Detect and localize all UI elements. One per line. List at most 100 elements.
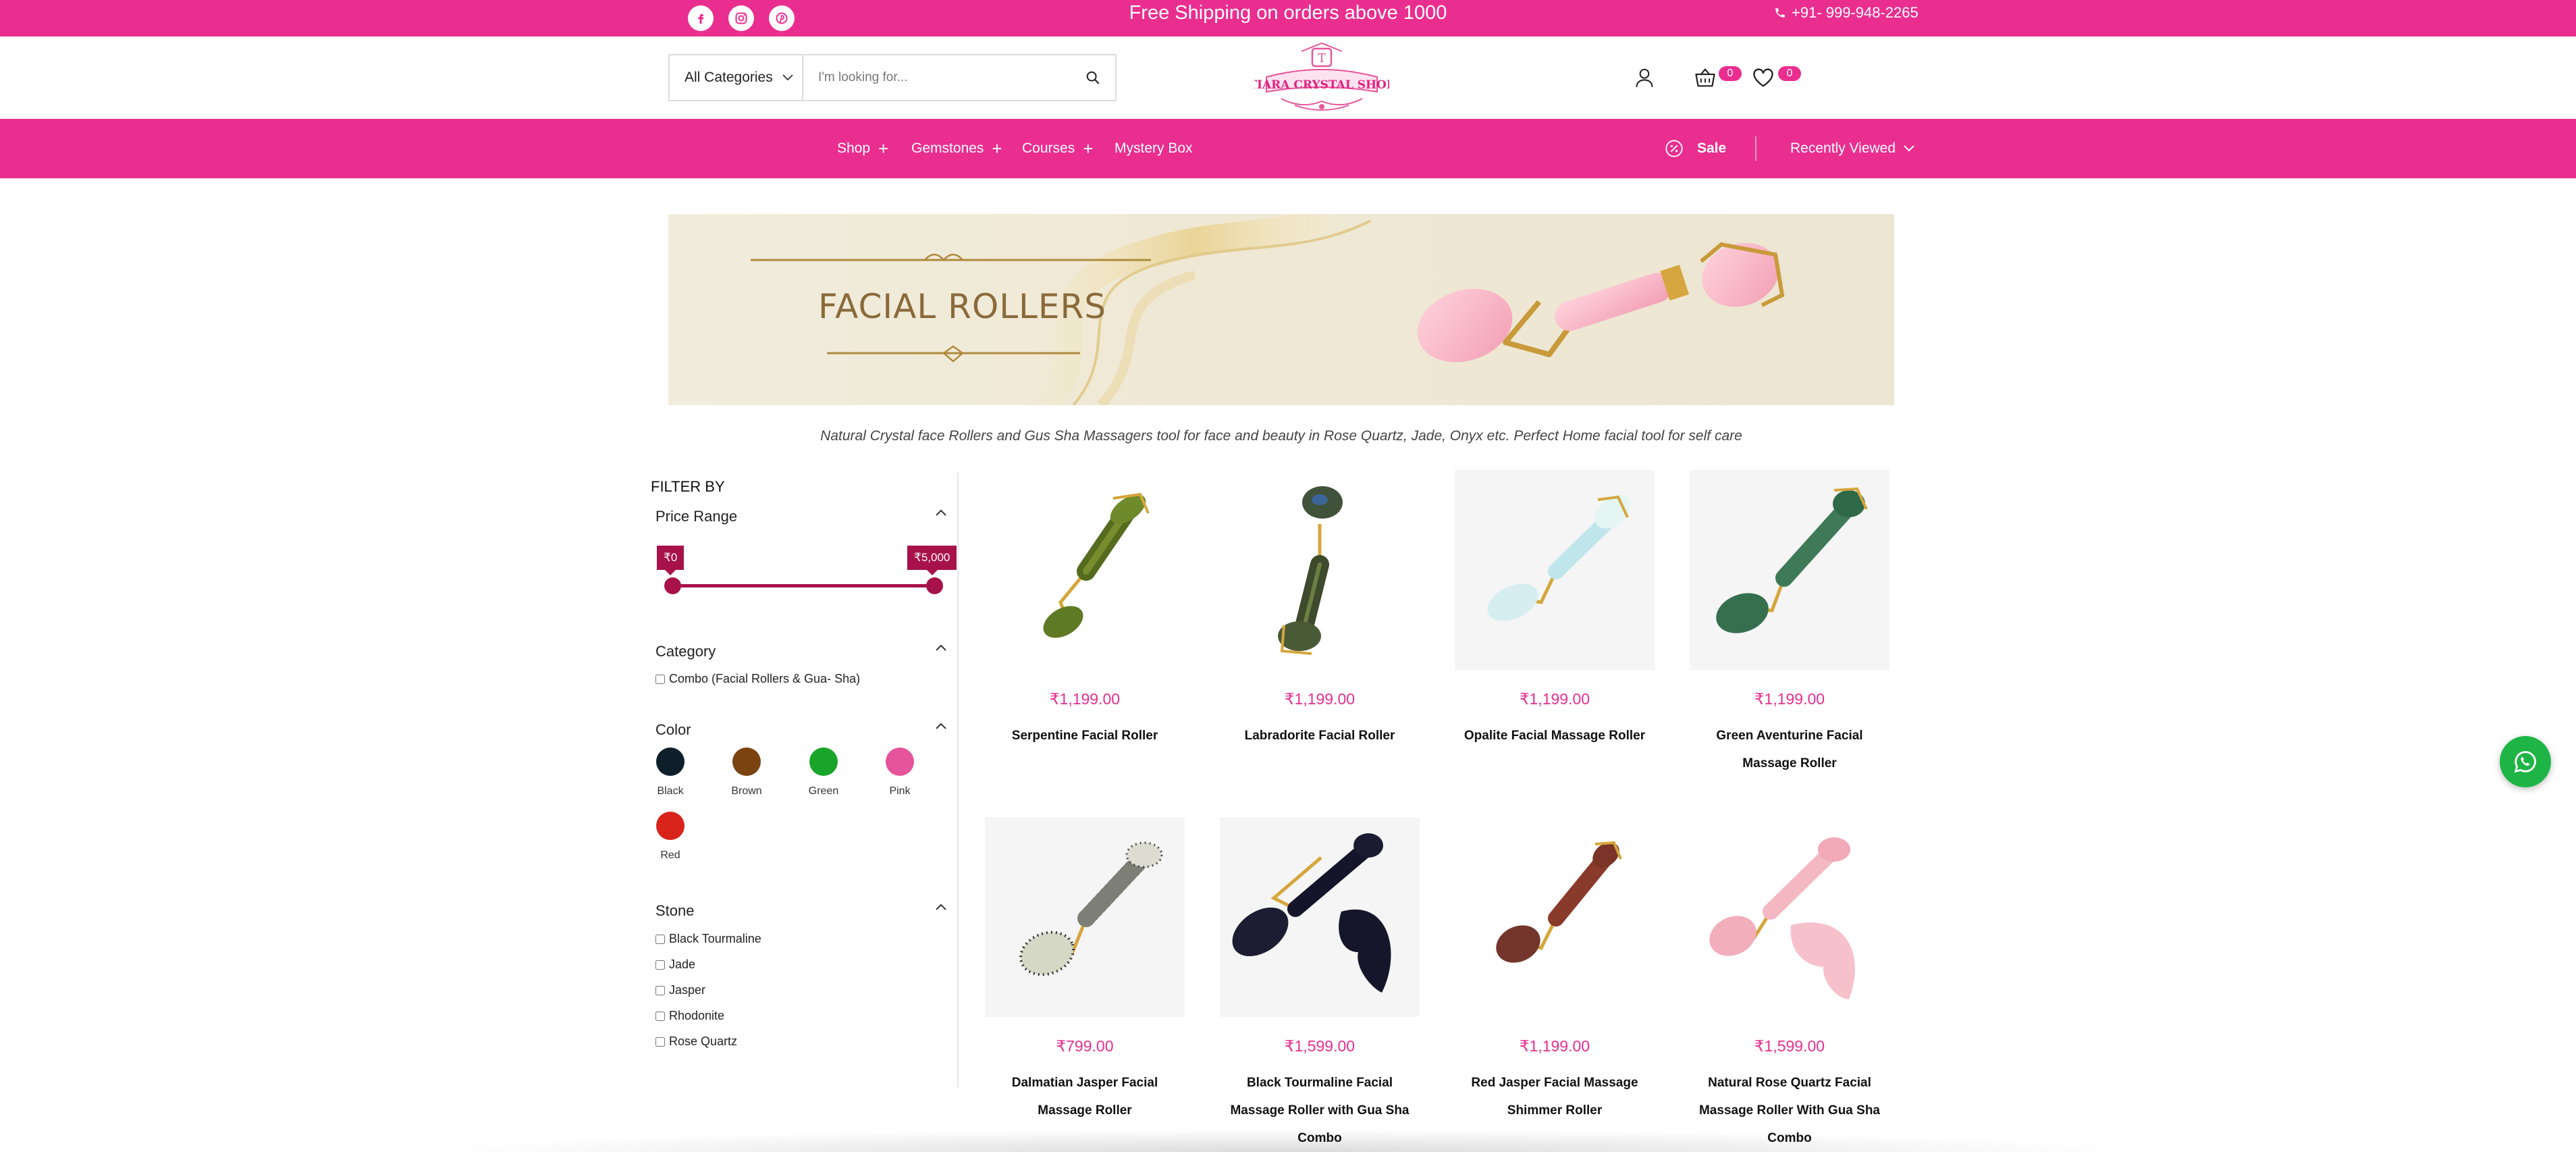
product-name[interactable]: Opalite Facial Massage Roller [1455, 722, 1655, 750]
stone-option-label: Black Tourmaline [669, 932, 761, 945]
product-card[interactable]: ₹1,599.00 Black Tourmaline Facial Massag… [1220, 817, 1420, 1152]
recently-viewed-dropdown[interactable]: Recently Viewed [1790, 119, 1914, 178]
nav-item-label: Courses [1022, 140, 1075, 156]
color-swatch[interactable] [656, 748, 685, 776]
phone-number: +91- 999-948-2265 [1792, 4, 1918, 21]
category-description: Natural Crystal face Rollers and Gus Sha… [820, 428, 1742, 444]
stone-checkbox[interactable] [655, 1037, 665, 1047]
price-slider-min-handle[interactable] [664, 577, 681, 594]
product-image[interactable] [1690, 470, 1889, 670]
color-option-pink[interactable]: Pink [862, 748, 938, 797]
wishlist-icon[interactable] [1752, 68, 1774, 91]
phone-icon [1775, 8, 1785, 18]
chevron-down-icon [782, 74, 793, 81]
main-nav: Shop + Gemstones + Courses + Mystery Box… [0, 119, 2576, 178]
plus-icon: + [878, 138, 889, 159]
category-select-value: All Categories [685, 70, 773, 85]
product-name[interactable]: Green Aventurine Facial Massage Roller [1690, 722, 1889, 777]
product-image[interactable] [1690, 817, 1889, 1017]
color-swatch[interactable] [656, 812, 685, 840]
recently-viewed-label: Recently Viewed [1790, 140, 1896, 156]
chevron-up-icon[interactable] [936, 509, 946, 516]
nav-item-courses[interactable]: Courses + [1022, 119, 1093, 178]
product-card[interactable]: ₹1,199.00 Red Jasper Facial Massage Shim… [1455, 817, 1655, 1124]
product-name[interactable]: Serpentine Facial Roller [985, 722, 1185, 750]
promo-bar: Free Shipping on orders above 1000 +91- … [0, 0, 2576, 36]
product-card[interactable]: ₹1,599.00 Natural Rose Quartz Facial Mas… [1690, 817, 1889, 1152]
chevron-up-icon[interactable] [936, 904, 946, 910]
nav-item-gemstones[interactable]: Gemstones + [911, 119, 1002, 178]
whatsapp-icon [2514, 751, 2536, 773]
banner-title: FACIAL ROLLERS [818, 287, 1106, 326]
category-select[interactable]: All Categories [670, 55, 803, 100]
product-image[interactable] [1455, 470, 1655, 670]
stone-option-label: Rhodonite [669, 1009, 725, 1022]
sale-link[interactable]: Sale [1665, 119, 1726, 178]
site-header: All Categories T TIARA CRYSTAL SHOP 0 0 [0, 36, 2576, 119]
nav-item-shop[interactable]: Shop + [837, 119, 888, 178]
category-option[interactable]: Combo (Facial Rollers & Gua- Sha) [655, 672, 860, 686]
color-swatch[interactable] [732, 748, 761, 776]
color-label: Pink [889, 785, 911, 797]
chevron-up-icon[interactable] [936, 644, 946, 651]
product-image[interactable] [1220, 470, 1420, 670]
stone-checkbox[interactable] [655, 960, 665, 970]
category-option-label: Combo (Facial Rollers & Gua- Sha) [669, 672, 861, 685]
plus-icon: + [1083, 138, 1094, 159]
whatsapp-chat-button[interactable] [2500, 736, 2551, 787]
account-icon[interactable] [1635, 68, 1654, 91]
product-card[interactable]: ₹1,199.00 Green Aventurine Facial Massag… [1690, 470, 1889, 777]
search-button[interactable] [1071, 55, 1115, 100]
stone-checkbox[interactable] [655, 985, 665, 995]
price-slider-max-handle[interactable] [926, 577, 943, 594]
color-label: Red [660, 849, 680, 861]
logo-monogram: T [1318, 51, 1326, 66]
price-max-label: ₹5,000 [907, 546, 957, 575]
chevron-up-icon[interactable] [936, 723, 946, 729]
site-logo[interactable]: T TIARA CRYSTAL SHOP [1248, 42, 1395, 116]
stone-option-label: Jasper [669, 983, 706, 997]
color-option-green[interactable]: Green [786, 748, 861, 797]
product-image[interactable] [985, 470, 1185, 670]
category-banner: FACIAL ROLLERS [668, 214, 1894, 405]
product-name[interactable]: Labradorite Facial Roller [1220, 722, 1420, 750]
color-option-black[interactable]: Black [633, 748, 708, 797]
chevron-down-icon [1904, 145, 1914, 152]
stone-option[interactable]: Black Tourmaline [655, 932, 761, 946]
color-swatch[interactable] [886, 748, 914, 776]
product-card[interactable]: ₹1,199.00 Labradorite Facial Roller [1220, 470, 1420, 750]
stone-option[interactable]: Jasper [655, 983, 705, 997]
product-name[interactable]: Red Jasper Facial Massage Shimmer Roller [1455, 1069, 1655, 1124]
stone-option[interactable]: Jade [655, 958, 695, 972]
color-swatch[interactable] [809, 748, 838, 776]
price-range-title[interactable]: Price Range [655, 508, 737, 525]
product-card[interactable]: ₹1,199.00 Serpentine Facial Roller [985, 470, 1185, 750]
sidebar-divider [957, 473, 959, 1087]
stone-checkbox[interactable] [655, 1011, 665, 1021]
contact-phone[interactable]: +91- 999-948-2265 [1774, 0, 1918, 26]
category-checkbox[interactable] [655, 674, 665, 684]
product-card[interactable]: ₹799.00 Dalmatian Jasper Facial Massage … [985, 817, 1185, 1124]
product-name[interactable]: Dalmatian Jasper Facial Massage Roller [985, 1069, 1185, 1124]
cart-count-badge: 0 [1719, 66, 1742, 81]
nav-item-mystery-box[interactable]: Mystery Box [1115, 119, 1193, 178]
product-image[interactable] [985, 817, 1185, 1017]
product-image[interactable] [1455, 817, 1655, 1017]
stone-option[interactable]: Rhodonite [655, 1009, 724, 1023]
search-input[interactable] [803, 55, 1071, 100]
color-option-red[interactable]: Red [633, 812, 708, 862]
stone-option[interactable]: Rose Quartz [655, 1035, 737, 1049]
price-min-label: ₹0 [657, 546, 685, 575]
price-slider-track[interactable] [672, 584, 935, 587]
product-price: ₹1,199.00 [1754, 690, 1825, 708]
cart-icon[interactable] [1694, 68, 1716, 91]
category-filter-title[interactable]: Category [655, 643, 716, 660]
color-option-brown[interactable]: Brown [709, 748, 784, 797]
product-price: ₹1,199.00 [1049, 690, 1121, 708]
search-icon [1086, 71, 1100, 84]
stone-filter-title[interactable]: Stone [655, 902, 695, 920]
product-image[interactable] [1220, 817, 1420, 1017]
stone-checkbox[interactable] [655, 934, 665, 944]
color-filter-title[interactable]: Color [655, 721, 691, 739]
product-card[interactable]: ₹1,199.00 Opalite Facial Massage Roller [1455, 470, 1655, 750]
